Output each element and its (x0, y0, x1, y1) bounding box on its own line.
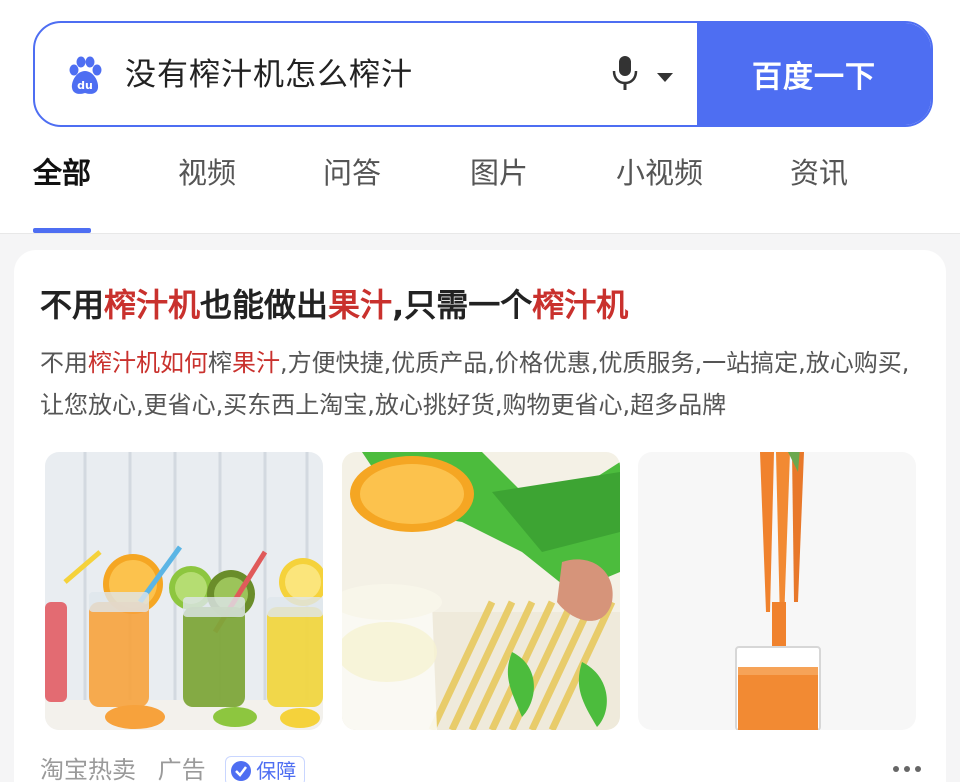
tab-all[interactable]: 全部 (33, 150, 91, 196)
guarantee-badge[interactable]: 保障 (225, 756, 306, 782)
citrus-squeezer-image[interactable] (342, 452, 620, 730)
badge-label: 保障 (256, 759, 297, 782)
checkmark-shield-icon (231, 761, 252, 781)
title-highlight: 榨汁机 (104, 286, 201, 324)
header-divider (0, 233, 960, 234)
tab-short-video[interactable]: 小视频 (616, 150, 703, 196)
desc-text: 不用 (40, 349, 88, 377)
ad-footer: 淘宝热卖 广告 保障 (40, 752, 306, 782)
baidu-paw-logo-icon: du (69, 56, 102, 94)
tab-qa[interactable]: 问答 (323, 150, 381, 196)
search-header: du 没有榨汁机怎么榨汁 百度一下 全部 视频 问答 图片 小视频 资讯 (0, 0, 960, 234)
search-button[interactable]: 百度一下 (697, 23, 931, 125)
ad-label: 广告 (157, 756, 206, 782)
desc-highlight: 榨汁机如何 (88, 349, 208, 377)
tab-images[interactable]: 图片 (470, 150, 528, 196)
tab-video[interactable]: 视频 (178, 150, 236, 196)
title-highlight: 果汁 (328, 286, 393, 324)
logo-text: du (77, 79, 93, 92)
ad-result-card[interactable]: 不用榨汁机也能做出果汁,只需一个榨汁机 不用榨汁机如何榨果汁,方便快捷,优质产品… (14, 250, 946, 782)
juice-bottles-image[interactable] (45, 452, 323, 730)
search-box[interactable]: du 没有榨汁机怎么榨汁 百度一下 (33, 21, 933, 127)
title-highlight: 榨汁机 (532, 286, 629, 324)
ad-description: 不用榨汁机如何榨果汁,方便快捷,优质产品,价格优惠,优质服务,一站搞定,放心购买… (40, 342, 920, 426)
tab-overflow-fade (930, 150, 960, 200)
dropdown-caret-icon[interactable] (655, 71, 675, 83)
more-options-icon[interactable] (892, 764, 922, 774)
desc-text: 榨 (208, 349, 232, 377)
tab-bar: 全部 视频 问答 图片 小视频 资讯 (0, 150, 960, 200)
title-text: ,只需一个 (392, 286, 533, 324)
ad-source[interactable]: 淘宝热卖 (40, 756, 136, 782)
title-text: 不用 (40, 286, 105, 324)
tab-news[interactable]: 资讯 (790, 150, 848, 196)
ad-title[interactable]: 不用榨汁机也能做出果汁,只需一个榨汁机 (40, 283, 628, 327)
carrot-juice-image[interactable] (638, 452, 916, 730)
desc-highlight: 果汁 (232, 349, 280, 377)
title-text: 也能做出 (200, 286, 329, 324)
microphone-icon[interactable] (610, 55, 640, 93)
search-input[interactable]: 没有榨汁机怎么榨汁 (125, 53, 413, 97)
